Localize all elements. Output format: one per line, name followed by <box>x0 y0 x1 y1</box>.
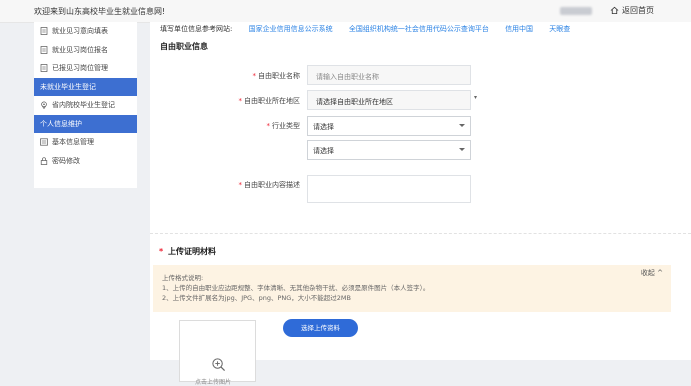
chevron-down-icon <box>459 148 465 151</box>
link-credit-china[interactable]: 信用中国 <box>505 25 533 33</box>
sidebar-item-label: 省内院校毕业生登记 <box>52 101 115 110</box>
industry-select-primary[interactable]: 请选择 <box>307 116 471 136</box>
link-gsxt[interactable]: 国家企业信用信息公示系统 <box>249 25 333 33</box>
top-bar: 欢迎来到山东高校毕业生就业信息网! 返回首页 <box>0 0 691 23</box>
region-label: * 自由职业所在地区 <box>238 97 301 105</box>
freelance-name-input[interactable]: 请输入自由职业名称 <box>307 65 471 85</box>
sidebar: 就业见习意向填表 就业见习岗位报名 已报见习岗位管理 未就业毕业生登记 省内院校… <box>34 22 137 188</box>
industry-select-value: 请选择 <box>313 147 334 155</box>
name-placeholder: 请输入自由职业名称 <box>316 73 379 81</box>
chevron-down-icon <box>459 124 465 127</box>
select-upload-button[interactable]: 选择上传资料 <box>283 319 358 337</box>
chevron-down-icon: ▾ <box>473 94 477 101</box>
home-icon <box>610 6 619 15</box>
main-panel: 填写单位信息参考网站: 国家企业信用信息公示系统 全国组织机构统一社会信用代码公… <box>150 22 691 386</box>
region-placeholder: 请选择自由职业所在地区 <box>316 98 393 106</box>
blurred-user-info <box>560 7 592 15</box>
description-textarea[interactable] <box>307 175 471 203</box>
notice-line-2: 2、上传文件扩展名为jpg、JPG、png、PNG，大小不能超过2MB <box>162 294 351 302</box>
name-label: * 自由职业名称 <box>252 72 301 80</box>
document-icon <box>40 45 48 54</box>
notice-line-1: 1、上传的自由职业应边距规整、字体清晰、无其他杂物干扰、必须是原件图片（本人签字… <box>162 284 430 292</box>
upload-box-caption: 点击上传图片 <box>195 379 232 386</box>
sidebar-item-internship-apply[interactable]: 就业见习岗位报名 <box>34 41 137 60</box>
industry-select-value: 请选择 <box>313 123 334 131</box>
home-link-label: 返回首页 <box>622 6 654 15</box>
sidebar-item-label: 未就业毕业生登记 <box>40 82 96 91</box>
chevron-up-icon: ^ <box>657 269 663 277</box>
image-upload-box[interactable]: 点击上传图片 <box>179 320 256 386</box>
list-icon <box>40 138 48 146</box>
lock-icon <box>40 157 48 165</box>
notice-title: 上传格式说明: <box>162 274 204 282</box>
sidebar-section-personal-info[interactable]: 个人信息维护 <box>34 114 137 133</box>
reference-sites: 填写单位信息参考网站: 国家企业信用信息公示系统 全国组织机构统一社会信用代码公… <box>160 24 570 34</box>
upload-section-title: * 上传证明材料 <box>159 247 216 256</box>
section-title: 自由职业信息 <box>160 42 208 51</box>
home-link[interactable]: 返回首页 <box>610 5 654 16</box>
industry-label: * 行业类型 <box>266 122 301 130</box>
sidebar-item-basic-info[interactable]: 基本信息管理 <box>34 133 137 152</box>
sidebar-item-password[interactable]: 密码修改 <box>34 152 137 171</box>
sidebar-item-provincial-register[interactable]: 省内院校毕业生登记 <box>34 96 137 115</box>
sidebar-item-label: 密码修改 <box>52 156 80 165</box>
pin-icon <box>40 101 48 110</box>
description-label: * 自由职业内容描述 <box>238 181 301 189</box>
region-select[interactable]: 请选择自由职业所在地区 ▾ <box>307 90 477 110</box>
link-credit-code[interactable]: 全国组织机构统一社会信用代码公示查询平台 <box>349 25 489 33</box>
industry-select-secondary[interactable]: 请选择 <box>307 140 471 160</box>
sidebar-item-internship-manage[interactable]: 已报见习岗位管理 <box>34 59 137 78</box>
sidebar-item-label: 就业见习意向填表 <box>52 27 108 36</box>
sidebar-item-label: 基本信息管理 <box>52 138 94 147</box>
link-tianyancha[interactable]: 天眼查 <box>549 25 570 33</box>
collapse-toggle[interactable]: 收起 ^ <box>641 268 663 278</box>
reference-prefix: 填写单位信息参考网站: <box>160 25 233 33</box>
document-icon <box>40 27 48 36</box>
sidebar-item-unemployed-register[interactable]: 未就业毕业生登记 <box>34 77 137 96</box>
upload-notice: 收起 ^ 上传格式说明: 1、上传的自由职业应边距规整、字体清晰、无其他杂物干扰… <box>153 265 671 312</box>
divider <box>150 233 691 234</box>
sidebar-item-internship-intent[interactable]: 就业见习意向填表 <box>34 22 137 41</box>
sidebar-item-label: 已报见习岗位管理 <box>52 64 108 73</box>
sidebar-item-label: 就业见习岗位报名 <box>52 45 108 54</box>
sidebar-item-label: 个人信息维护 <box>40 119 82 128</box>
welcome-text: 欢迎来到山东高校毕业生就业信息网! <box>34 7 166 16</box>
zoom-in-icon <box>212 358 226 372</box>
document-icon <box>40 64 48 73</box>
